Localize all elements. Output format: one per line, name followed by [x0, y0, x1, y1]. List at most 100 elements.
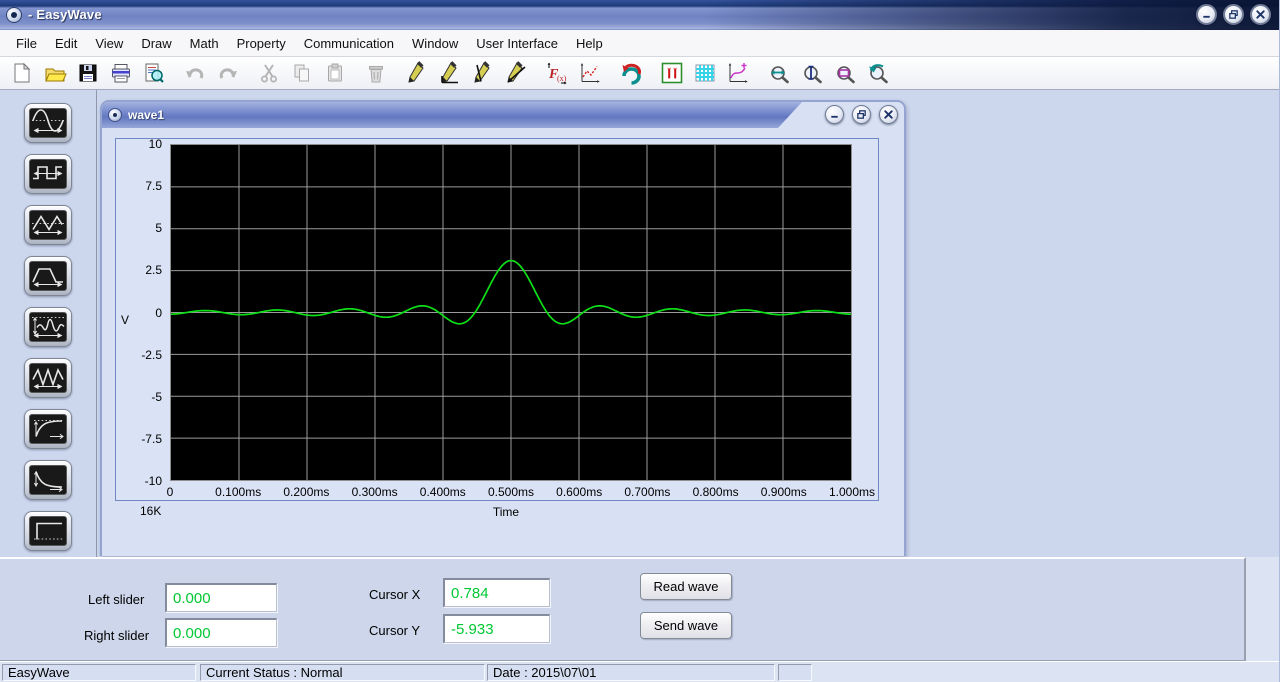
wave1-window-body: V 10 7.5 5 2.5 0 -2.5 -5 -7.5 -10 0 0.100ms 0.200m… [102, 128, 904, 556]
minimize-icon [1201, 9, 1212, 20]
wave1-minimize-button[interactable] [825, 105, 844, 124]
menu-item-user-interface[interactable]: User Interface [467, 33, 567, 54]
menu-item-help[interactable]: Help [567, 33, 612, 54]
pencil-hline-icon [438, 61, 462, 85]
print-preview-button[interactable] [140, 60, 167, 87]
modulated-wave-button[interactable] [24, 307, 72, 347]
wave1-title-bar[interactable]: wave1 [102, 102, 904, 128]
toolbar: F (x) [0, 57, 1279, 90]
menu-item-property[interactable]: Property [228, 33, 295, 54]
menu-bar: File Edit View Draw Math Property Communicatio… [0, 30, 1279, 57]
menu-item-math[interactable]: Math [181, 33, 228, 54]
new-button[interactable] [8, 60, 35, 87]
dc-level-button[interactable] [24, 511, 72, 551]
left-slider-label: Left slider [88, 592, 145, 607]
square-wave-icon [29, 159, 67, 189]
plot-red-dashed-icon [578, 61, 602, 85]
menu-item-draw[interactable]: Draw [132, 33, 180, 54]
wave1-window: wave1 V 10 7.5 5 2.5 0 -2.5 -5 -7.5 -10 0 0.100ms… [100, 100, 906, 556]
menu-item-window[interactable]: Window [403, 33, 467, 54]
square-wave-button[interactable] [24, 154, 72, 194]
app-icon [6, 7, 22, 23]
cursor-y-input[interactable] [443, 614, 550, 643]
app-minimize-button[interactable] [1196, 4, 1217, 25]
send-wave-button[interactable]: Send wave [640, 612, 732, 639]
y-axis-ticks: 10 7.5 5 2.5 0 -2.5 -5 -7.5 -10 [116, 137, 166, 488]
save-button[interactable] [74, 60, 101, 87]
undo-button [181, 60, 208, 87]
minimize-icon [829, 109, 840, 120]
zigzag-wave-icon [29, 363, 67, 393]
exp-rise-button[interactable] [24, 409, 72, 449]
zoom-horizontal-button[interactable] [765, 60, 792, 87]
draw-diagonal-line-button[interactable] [502, 60, 529, 87]
restore-icon [856, 109, 867, 120]
x-axis-ticks: 0 0.100ms 0.200ms 0.300ms 0.400ms 0.500ms 0.60… [166, 485, 875, 501]
zoom-box-button[interactable] [831, 60, 858, 87]
cursor-x-input[interactable] [443, 578, 550, 607]
plot-magenta-icon [726, 61, 750, 85]
insert-plot-button[interactable] [724, 60, 751, 87]
x-tick-0.400ms: 0.400ms [419, 485, 466, 499]
y-tick-10: 10 [148, 137, 162, 151]
draw-vertical-line-button[interactable] [469, 60, 496, 87]
sine-wave-icon [29, 108, 67, 138]
redo-arrow-icon [216, 61, 240, 85]
app-restore-button[interactable] [1223, 4, 1244, 25]
grid-toggle-button[interactable] [691, 60, 718, 87]
menu-item-file[interactable]: File [7, 33, 46, 54]
triangle-wave-button[interactable] [24, 205, 72, 245]
status-segment-1: EasyWave [2, 664, 196, 681]
smooth-curve-button[interactable] [617, 60, 644, 87]
draw-horizontal-line-button[interactable] [436, 60, 463, 87]
marker-cursors-button[interactable] [658, 60, 685, 87]
pencil-icon [405, 61, 429, 85]
x-tick-1.000ms: 1.000ms [828, 485, 876, 499]
close-icon [1255, 9, 1266, 20]
left-slider-input[interactable] [165, 583, 277, 612]
waveform-plot[interactable] [170, 144, 852, 481]
noise-wave-button[interactable] [24, 358, 72, 398]
modulated-wave-icon [29, 312, 67, 342]
exp-decay-button[interactable] [24, 460, 72, 500]
x-tick-0.600ms: 0.600ms [556, 485, 603, 499]
function-editor-button[interactable]: F (x) [543, 60, 570, 87]
read-wave-button[interactable]: Read wave [640, 573, 732, 600]
wave1-close-button[interactable] [879, 105, 898, 124]
wave1-window-controls [825, 105, 898, 124]
trapezoid-wave-button[interactable] [24, 256, 72, 296]
open-button[interactable] [41, 60, 68, 87]
zoom-reset-button[interactable] [864, 60, 891, 87]
app-title-bar[interactable]: - EasyWave [0, 0, 1279, 30]
triangle-wave-icon [29, 210, 67, 240]
zoom-vertical-icon [800, 61, 824, 85]
menu-item-edit[interactable]: Edit [46, 33, 86, 54]
y-tick-2.5: 2.5 [145, 263, 162, 278]
swoosh-arrow-icon [619, 61, 643, 85]
zoom-back-icon [866, 61, 890, 85]
status-segment-4 [778, 664, 812, 681]
new-document-icon [10, 61, 34, 85]
print-button[interactable] [107, 60, 134, 87]
cut-button [255, 60, 282, 87]
draw-freehand-button[interactable] [403, 60, 430, 87]
right-slider-input[interactable] [165, 618, 277, 647]
x-tick-0.900ms: 0.900ms [760, 485, 807, 499]
status-segment-3: Date : 2015\07\01 [487, 664, 775, 681]
zoom-vertical-button[interactable] [798, 60, 825, 87]
waveform-chart-panel: V 10 7.5 5 2.5 0 -2.5 -5 -7.5 -10 0 0.100ms 0.200m… [115, 137, 879, 501]
menu-item-view[interactable]: View [86, 33, 132, 54]
delete-button [362, 60, 389, 87]
sine-wave-button[interactable] [24, 103, 72, 143]
x-tick-0: 0 [166, 485, 174, 499]
printer-icon [109, 61, 133, 85]
grid-icon [693, 61, 717, 85]
restore-icon [1228, 9, 1239, 20]
menu-item-communication[interactable]: Communication [295, 33, 403, 54]
app-close-button[interactable] [1250, 4, 1271, 25]
sample-count-label: 16K [140, 504, 162, 518]
wave1-restore-button[interactable] [852, 105, 871, 124]
coordinate-draw-button[interactable] [576, 60, 603, 87]
zoom-box-icon [833, 61, 857, 85]
clipboard-icon [323, 61, 347, 85]
